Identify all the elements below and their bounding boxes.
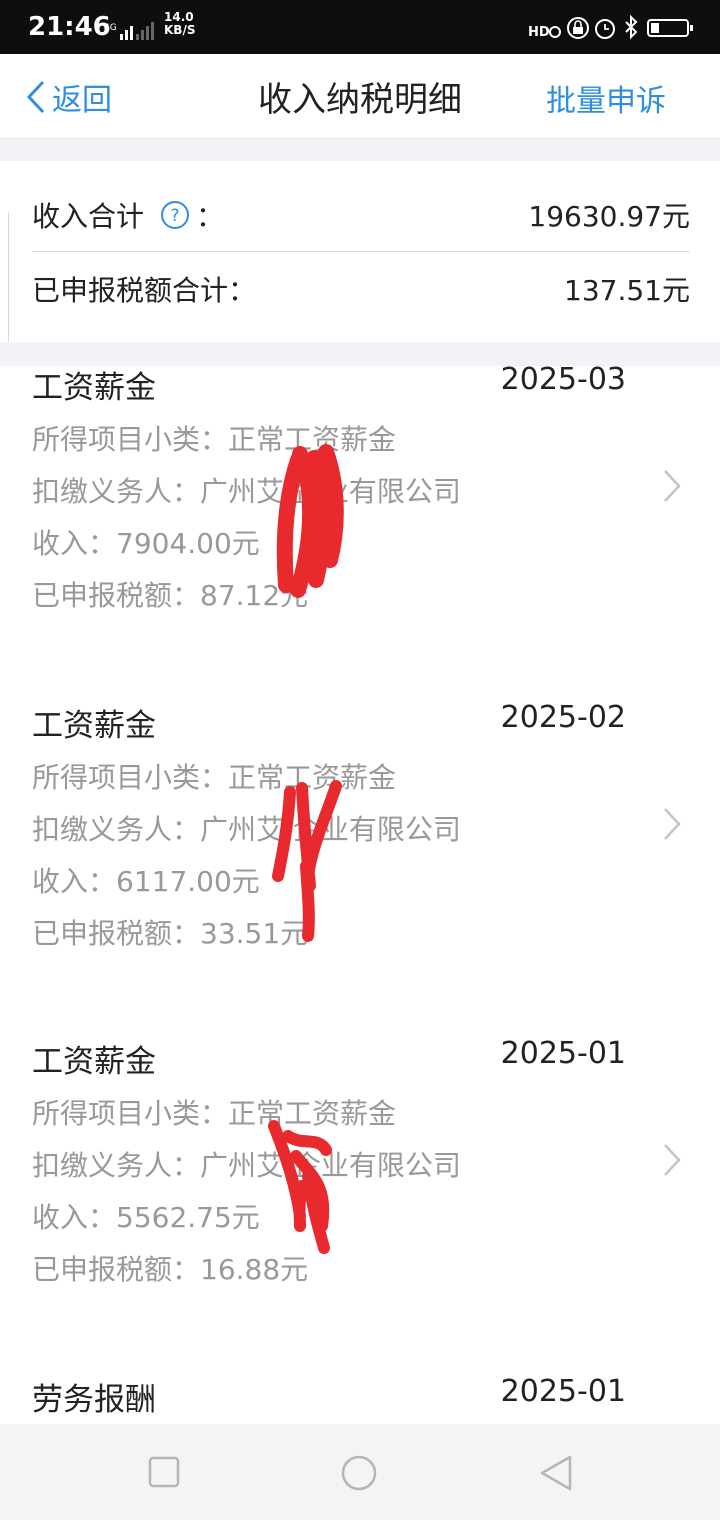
income-total-row: 收入合计 ? ： 19630.97元 bbox=[32, 180, 690, 250]
status-icons: HD bbox=[528, 14, 693, 40]
tax-total-row: 已申报税额合计： 137.51元 bbox=[32, 254, 690, 324]
svg-text:?: ? bbox=[171, 206, 180, 226]
record-date: 2025-01 bbox=[500, 1036, 626, 1071]
chevron-right-icon bbox=[664, 1144, 681, 1176]
nav-bar: 返回 收入纳税明细 批量申诉 bbox=[0, 54, 720, 139]
record-payer: 扣缴义务人：广州艾 企业有限公司 bbox=[32, 475, 461, 508]
record-date: 2025-03 bbox=[500, 362, 626, 397]
record-tax: 已申报税额：33.51元 bbox=[32, 917, 309, 950]
record-subcategory: 所得项目小类：正常工资薪金 bbox=[32, 423, 397, 456]
alarm-icon bbox=[595, 19, 615, 39]
income-record-card[interactable]: 工资薪金 2025-01 所得项目小类：正常工资薪金 扣缴义务人：广州艾 企业有… bbox=[0, 1036, 720, 1336]
hd-icon: HD bbox=[528, 25, 561, 40]
chevron-right-icon bbox=[664, 470, 681, 502]
record-subcategory: 所得项目小类：正常工资薪金 bbox=[32, 1097, 397, 1130]
status-bar: 21:46 4G 14.0 KB/S HD bbox=[0, 0, 720, 54]
record-income: 收入：6117.00元 bbox=[32, 865, 260, 898]
battery-icon bbox=[647, 19, 693, 37]
system-nav-bar bbox=[0, 1424, 720, 1520]
tax-total-label: 已申报税额合计： bbox=[32, 274, 257, 307]
network-type-label: 4G bbox=[104, 23, 117, 33]
income-record-card[interactable]: 劳务报酬 2025-01 bbox=[0, 1374, 720, 1424]
income-record-card[interactable]: 工资薪金 2025-02 所得项目小类：正常工资薪金 扣缴义务人：广州艾 企业有… bbox=[0, 700, 720, 1000]
record-title: 工资薪金 bbox=[32, 1044, 156, 1080]
income-total-label-group: 收入合计 ? ： bbox=[32, 195, 224, 235]
tax-total-value: 137.51元 bbox=[564, 274, 690, 307]
record-title: 工资薪金 bbox=[32, 708, 156, 744]
batch-appeal-button[interactable]: 批量申诉 bbox=[546, 76, 666, 120]
income-total-value: 19630.97元 bbox=[528, 200, 690, 233]
chevron-right-icon bbox=[664, 808, 681, 840]
income-record-card[interactable]: 工资薪金 2025-03 所得项目小类：正常工资薪金 扣缴义务人：广州艾 企业有… bbox=[0, 362, 720, 662]
hd-label: HD bbox=[528, 25, 550, 40]
record-income: 收入：5562.75元 bbox=[32, 1201, 260, 1234]
network-speed-unit: KB/S bbox=[164, 23, 196, 37]
section-spacer bbox=[0, 139, 720, 161]
status-time: 21:46 bbox=[28, 12, 111, 42]
record-payer: 扣缴义务人：广州艾 企业有限公司 bbox=[32, 813, 461, 846]
record-date: 2025-02 bbox=[500, 700, 626, 735]
record-subcategory: 所得项目小类：正常工资薪金 bbox=[32, 761, 397, 794]
record-title: 劳务报酬 bbox=[32, 1382, 156, 1418]
network-speed: 14.0 KB/S bbox=[164, 11, 195, 37]
triangle-icon[interactable] bbox=[536, 1454, 576, 1492]
circle-icon[interactable] bbox=[340, 1454, 378, 1492]
record-date: 2025-01 bbox=[500, 1374, 626, 1409]
question-circle-icon[interactable]: ? bbox=[160, 200, 190, 230]
income-total-colon: ： bbox=[196, 200, 225, 233]
record-tax: 已申报税额：16.88元 bbox=[32, 1253, 309, 1286]
bluetooth-icon bbox=[625, 14, 638, 40]
summary-divider bbox=[32, 251, 690, 252]
signal-icon: 4G bbox=[104, 22, 154, 40]
square-icon[interactable] bbox=[148, 1456, 180, 1488]
edge-marker bbox=[0, 212, 9, 342]
record-payer: 扣缴义务人：广州艾 企业有限公司 bbox=[32, 1149, 461, 1182]
record-title: 工资薪金 bbox=[32, 370, 156, 406]
income-total-label: 收入合计 bbox=[32, 200, 145, 233]
lock-rotation-icon bbox=[567, 17, 589, 39]
record-income: 收入：7904.00元 bbox=[32, 527, 260, 560]
record-tax: 已申报税额：87.12元 bbox=[32, 579, 309, 612]
